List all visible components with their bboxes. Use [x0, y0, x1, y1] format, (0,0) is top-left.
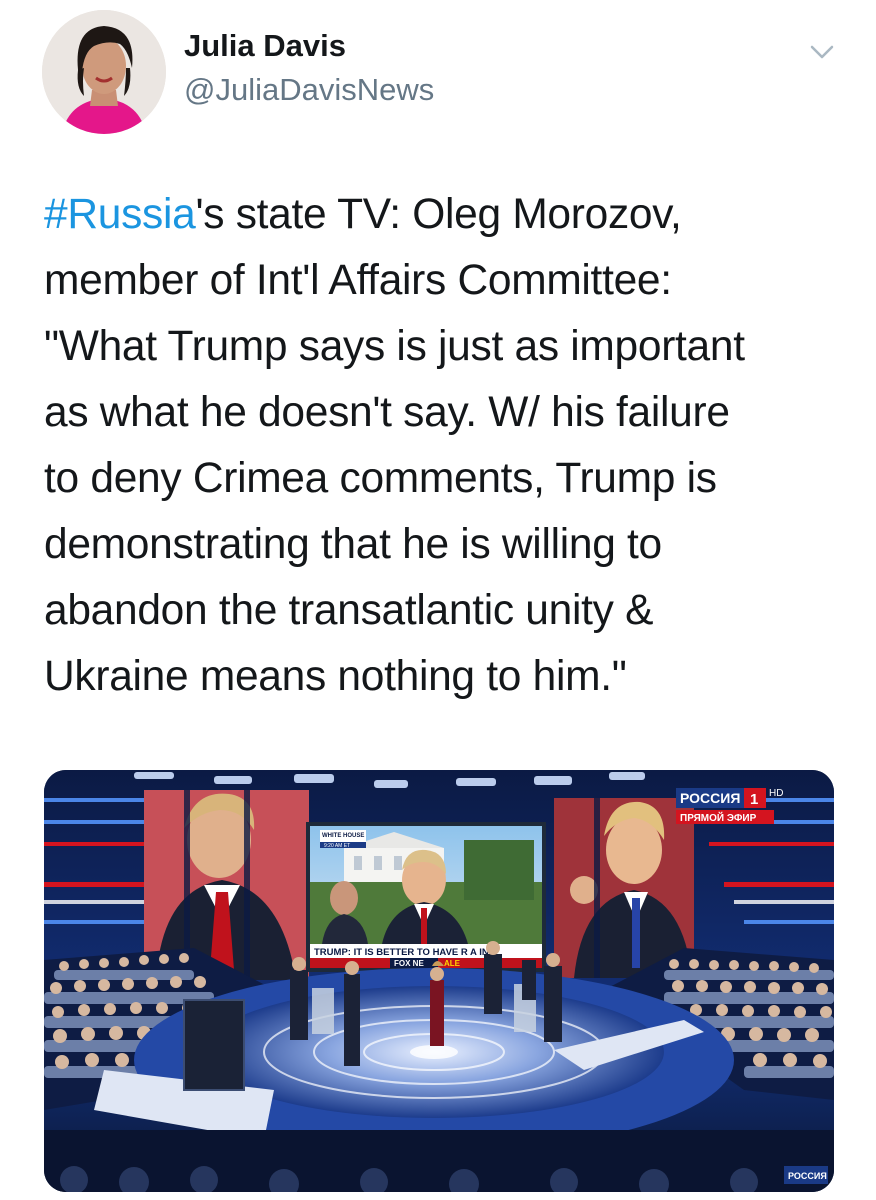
avatar-photo — [42, 10, 166, 134]
tweet-line-3: "What Trump says is just as important — [44, 323, 745, 370]
tweet-media-image[interactable]: WHITE HOUSE 9:20 AM ET TRUMP: IT IS BETT… — [44, 770, 834, 1192]
tv-studio-image: WHITE HOUSE 9:20 AM ET TRUMP: IT IS BETT… — [44, 770, 834, 1192]
page-bottom — [0, 1192, 876, 1200]
screen-alert-label: ALE — [444, 959, 461, 968]
tweet-text: #Russia's state TV: Oleg Morozov, member… — [44, 182, 844, 710]
chevron-down-icon[interactable] — [804, 34, 840, 70]
channel-number: 1 — [750, 791, 758, 808]
author-handle[interactable]: @JuliaDavisNews — [184, 72, 434, 108]
tweet-line-8: Ukraine means nothing to him." — [44, 653, 627, 700]
screen-time-label: 9:20 AM ET — [324, 843, 350, 849]
tweet-header: Julia Davis @JuliaDavisNews — [0, 0, 876, 150]
hd-label: HD — [769, 788, 783, 799]
screen-lower-third: TRUMP: IT IS BETTER TO HAVE R A IN — [314, 947, 489, 958]
hashtag-link[interactable]: #Russia — [44, 191, 196, 238]
author-display-name[interactable]: Julia Davis — [184, 28, 346, 64]
live-label: ПРЯМОЙ ЭФИР — [680, 811, 757, 824]
tweet-line-2: member of Int'l Affairs Committee: — [44, 257, 672, 304]
tweet-line-6: demonstrating that he is willing to — [44, 521, 662, 568]
tweet-line-5: to deny Crimea comments, Trump is — [44, 455, 717, 502]
tweet-line-1-text: 's state TV: Oleg Morozov, — [195, 191, 682, 238]
tweet-line-4: as what he doesn't say. W/ his failure — [44, 389, 730, 436]
tweet-line-1: #Russia's state TV: Oleg Morozov, — [44, 182, 844, 248]
screen-network-label: FOX NE — [394, 959, 424, 968]
author-avatar[interactable] — [42, 10, 166, 134]
screen-location-label: WHITE HOUSE — [322, 833, 364, 839]
tweet-line-7: abandon the transatlantic unity & — [44, 587, 654, 634]
channel-name: РОССИЯ — [680, 790, 740, 806]
corner-watermark: РОССИЯ — [788, 1171, 827, 1181]
